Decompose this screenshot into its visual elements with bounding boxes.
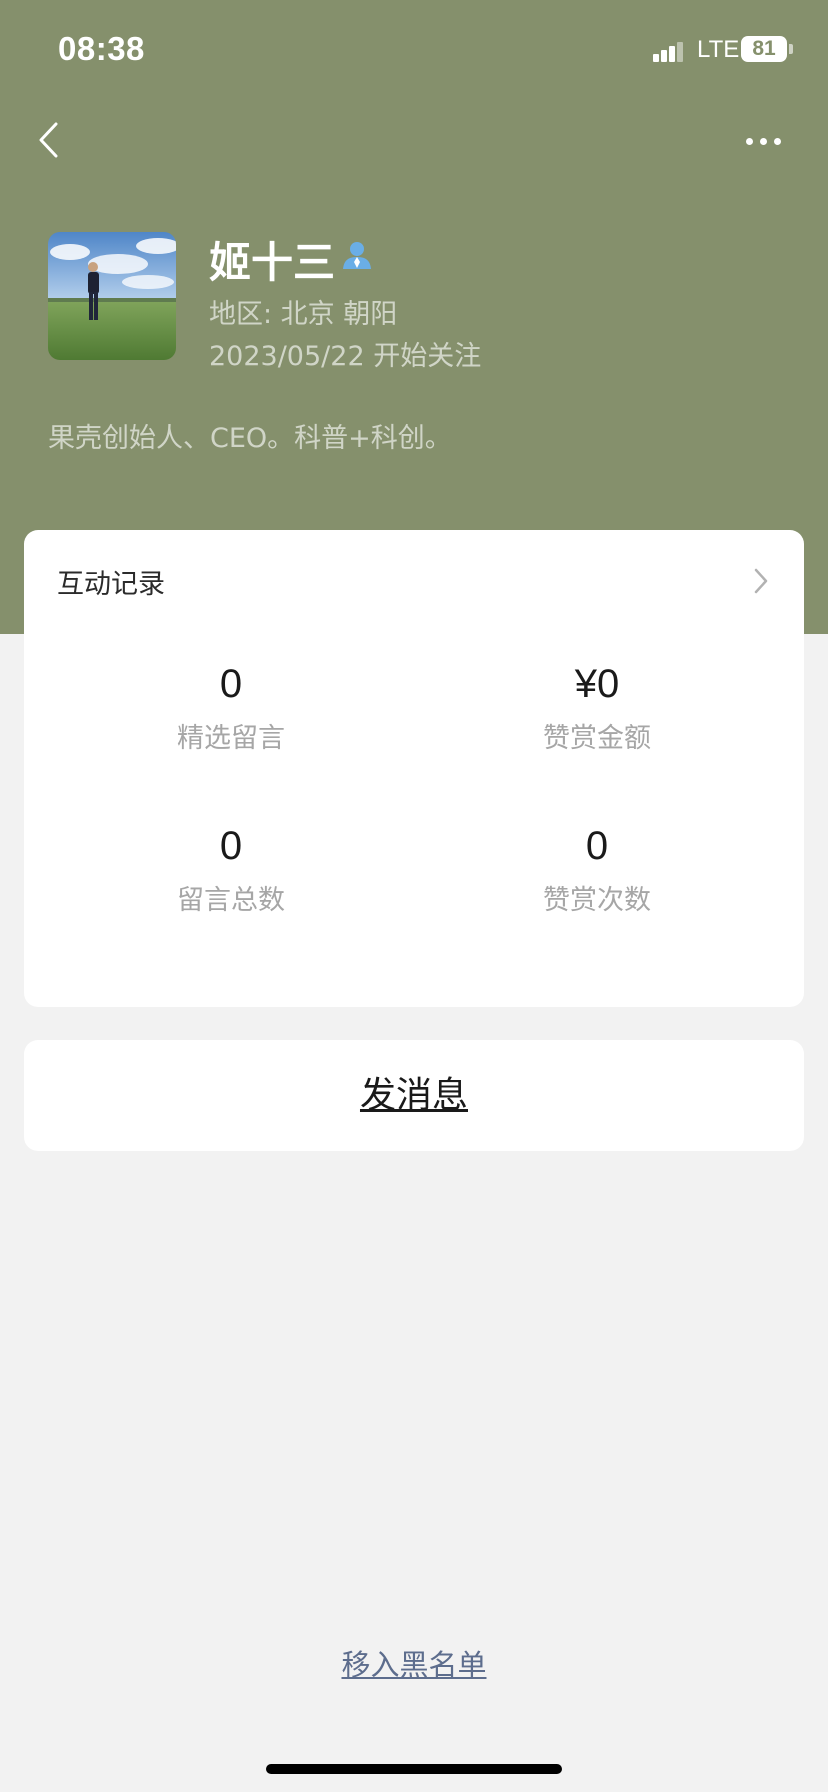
signal-strength-icon (653, 40, 685, 62)
stat-featured-comments[interactable]: 0 精选留言 (101, 660, 361, 755)
stat-value: 0 (219, 824, 243, 868)
more-options-button[interactable] (738, 125, 788, 155)
profile-name: 姬十三 (209, 238, 336, 287)
interaction-records-card: 互动记录 0 精选留言 ¥0 赞赏金额 0 留言总数 0 赞赏次数 (24, 530, 804, 1007)
stat-label: 赞赏次数 (543, 885, 651, 916)
profile-region: 地区: 北京 朝阳 (209, 299, 398, 330)
home-indicator[interactable] (266, 1764, 562, 1774)
stat-value: 0 (219, 662, 243, 706)
network-type: LTE (697, 36, 740, 63)
chevron-left-icon (39, 122, 58, 158)
stat-label: 留言总数 (177, 885, 285, 916)
chevron-right-icon[interactable] (752, 566, 770, 596)
stat-value: ¥0 (574, 662, 620, 706)
avatar[interactable] (48, 232, 176, 360)
avatar-photo (48, 232, 176, 360)
interaction-records-header[interactable]: 互动记录 (57, 562, 165, 601)
battery-cap (789, 44, 793, 54)
blacklist-link[interactable]: 移入黑名单 (0, 1642, 828, 1684)
send-message-button[interactable]: 发消息 (24, 1040, 804, 1151)
stat-tip-count[interactable]: 0 赞赏次数 (467, 822, 727, 917)
profile-bio: 果壳创始人、CEO。科普+科创。 (48, 423, 452, 454)
status-time: 08:38 (58, 30, 145, 67)
person-badge-icon (343, 242, 371, 269)
stat-total-comments[interactable]: 0 留言总数 (101, 822, 361, 917)
ellipsis-icon (746, 138, 753, 145)
status-bar: 08:38 LTE 81 (0, 0, 828, 100)
stat-tip-amount[interactable]: ¥0 赞赏金额 (467, 660, 727, 755)
stat-value: 0 (585, 824, 609, 868)
battery-icon: 81 (741, 36, 787, 62)
stat-label: 赞赏金额 (543, 723, 651, 754)
battery-level: 81 (752, 37, 776, 60)
stat-label: 精选留言 (177, 723, 285, 754)
profile-follow-date: 2023/05/22 开始关注 (209, 341, 482, 372)
ellipsis-dot (760, 138, 767, 145)
ellipsis-dot (774, 138, 781, 145)
send-message-card: 发消息 (24, 1040, 804, 1151)
back-button[interactable] (32, 118, 72, 162)
